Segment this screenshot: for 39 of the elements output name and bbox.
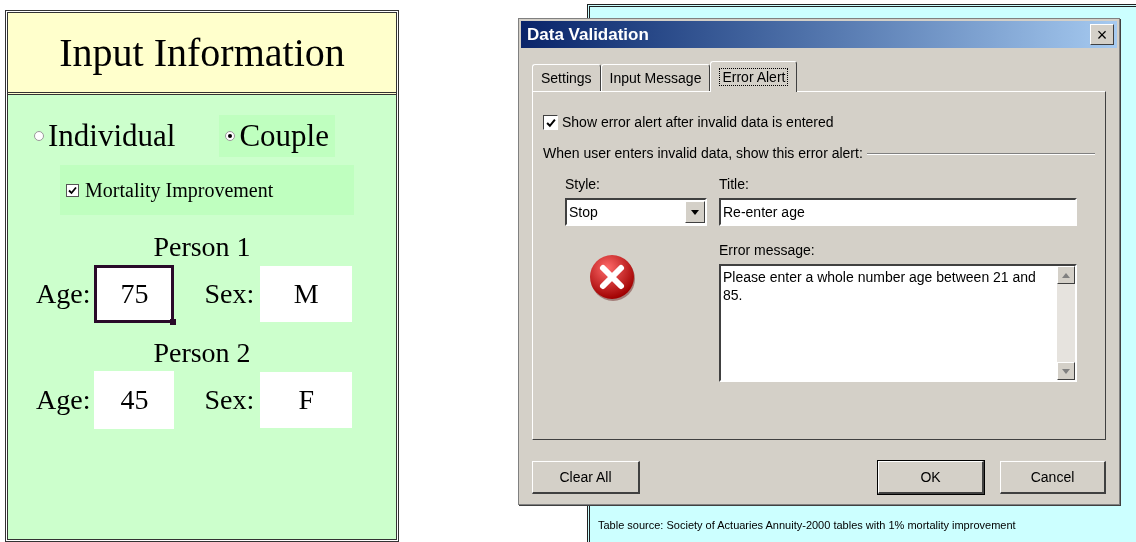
radio-option[interactable]: Individual bbox=[28, 115, 182, 157]
tab[interactable]: Input Message bbox=[600, 64, 711, 91]
dialog-button[interactable]: OK bbox=[878, 461, 984, 494]
checkbox-icon[interactable] bbox=[66, 183, 79, 197]
style-label: Style: bbox=[565, 175, 601, 194]
checkbox-option[interactable]: Mortality Improvement bbox=[60, 165, 354, 215]
age-label: Age: bbox=[36, 277, 91, 311]
footnote: Table source: Society of Actuaries Annuity-2000 tables with 1% mortality improvement bbox=[598, 519, 1016, 531]
checkbox-label: Show error alert after invalid data is entered bbox=[562, 113, 834, 132]
message-field[interactable]: Please enter a whole number age between 21 and 85. bbox=[719, 264, 1077, 382]
age-label: Age: bbox=[36, 383, 91, 417]
title-field[interactable]: Re-enter age bbox=[719, 198, 1077, 226]
tab[interactable]: Settings bbox=[532, 64, 601, 91]
scrollbar[interactable] bbox=[1057, 266, 1075, 380]
scroll-up-icon[interactable] bbox=[1057, 266, 1075, 284]
person-heading: Person 1 bbox=[152, 230, 252, 264]
style-dropdown[interactable]: Stop bbox=[565, 198, 707, 226]
sex-cell[interactable]: M bbox=[260, 266, 353, 322]
dialog-title: Data Validation bbox=[527, 23, 649, 46]
sex-label: Sex: bbox=[204, 277, 255, 311]
sex-label: Sex: bbox=[204, 383, 255, 417]
radio-icon[interactable] bbox=[34, 131, 44, 141]
message-label: Error message: bbox=[719, 241, 816, 260]
error-icon bbox=[589, 254, 637, 302]
dialog-button[interactable]: Cancel bbox=[1000, 461, 1106, 494]
dialog-button[interactable]: Clear All bbox=[532, 461, 640, 494]
radio-option[interactable]: Couple bbox=[219, 115, 335, 157]
title-label: Title: bbox=[719, 175, 750, 194]
age-cell[interactable]: 45 bbox=[94, 371, 175, 429]
age-cell[interactable]: 75 bbox=[94, 265, 175, 323]
tab[interactable]: Error Alert bbox=[710, 61, 798, 92]
close-button[interactable]: × bbox=[1090, 24, 1114, 45]
sex-cell[interactable]: F bbox=[260, 372, 353, 428]
person-heading: Person 2 bbox=[152, 336, 252, 370]
group-label: When user enters invalid data, show this error alert: bbox=[543, 144, 863, 163]
checkbox-icon[interactable] bbox=[543, 115, 558, 130]
scroll-down-icon[interactable] bbox=[1057, 362, 1075, 380]
panel-title: Input Information bbox=[59, 28, 345, 77]
radio-icon[interactable] bbox=[225, 131, 236, 141]
